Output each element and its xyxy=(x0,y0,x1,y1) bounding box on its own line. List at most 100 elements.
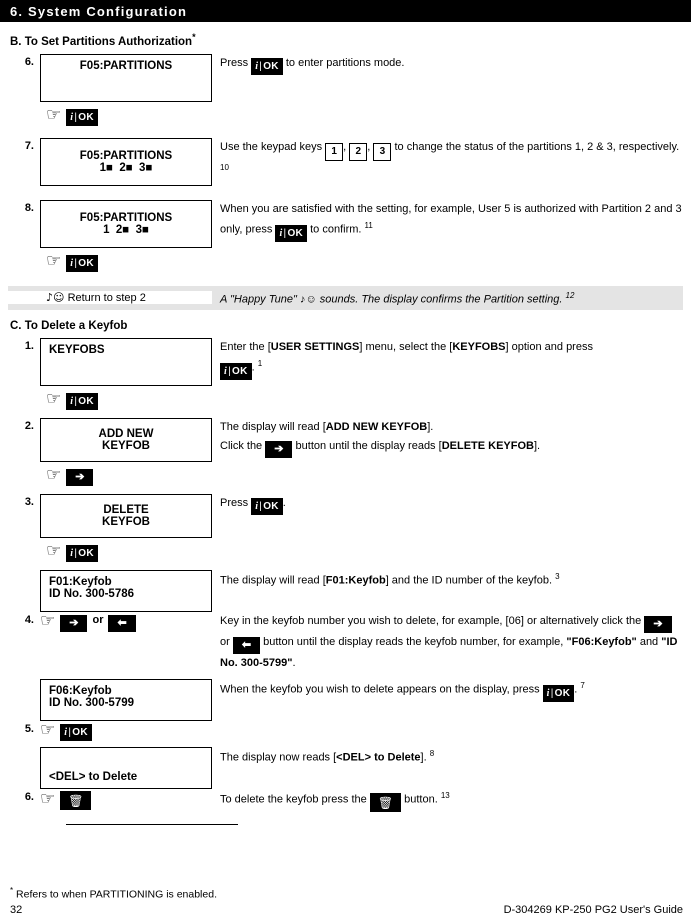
instruction-text: . xyxy=(282,496,286,509)
instruction-text: The display will read [ xyxy=(220,574,326,587)
arrow-left-key-icon[interactable]: ⬅ xyxy=(108,614,136,632)
ok-key-icon[interactable]: i|OK xyxy=(66,254,98,272)
instruction-text: button. xyxy=(401,793,441,806)
arrow-right-key-icon[interactable]: ➔ xyxy=(66,468,94,486)
ok-key-icon[interactable]: i|OK xyxy=(66,108,98,126)
step-left-c5: ☞ i|OK xyxy=(40,720,212,742)
step-number-blank xyxy=(8,570,40,572)
ok-key-icon[interactable]: i|OK xyxy=(542,684,575,702)
menu-name-user-settings: USER SETTINGS xyxy=(270,340,360,353)
divider-line xyxy=(66,824,238,826)
text-display-del: The display now reads [<DEL> to Delete].… xyxy=(212,747,683,768)
step-left-c6: ☞ 🗑 xyxy=(40,789,238,826)
arrow-left-key-icon[interactable]: ⬅ xyxy=(232,636,261,654)
step-row-c6: 6. ☞ 🗑 To delete the keyfob press the 🗑 b… xyxy=(8,789,683,826)
happy-tune-sentence: A "Happy Tune" ♪☺ sounds. The display co… xyxy=(220,293,563,306)
instruction-text: to change the status of the partitions 1… xyxy=(391,140,680,153)
step-number-b8: 8. xyxy=(24,201,34,214)
section-c-heading: C. To Delete a Keyfob xyxy=(10,320,683,332)
lcd-display-del: <DEL> to Delete xyxy=(40,747,212,790)
pointing-hand-icon: ☞ xyxy=(40,720,56,741)
display-text-add-new-keyfob: ADD NEW KEYFOB xyxy=(325,420,428,433)
ok-key-icon[interactable]: i|OK xyxy=(275,224,308,242)
step-row-c4: 4. ☞ ➔ or ⬅ Key in the keyfob number you wi… xyxy=(8,612,683,673)
pointing-hand-icon: ☞ xyxy=(40,610,56,631)
ok-key-icon[interactable]: i|OK xyxy=(251,497,283,515)
step-number-c6: 6. xyxy=(24,791,34,804)
keypad-key-1-icon[interactable]: 1 xyxy=(325,142,344,161)
lcd-line: ID No. 300-5799 xyxy=(49,697,135,710)
step-number-blank xyxy=(8,679,40,681)
trash-key-icon[interactable]: 🗑 xyxy=(60,791,92,811)
instruction-text: ]. xyxy=(533,440,541,453)
footnote-ref: 13 xyxy=(440,791,450,801)
step-left-c3: DELETE KEYFOB xyxy=(40,493,212,538)
footnote-ref: 3 xyxy=(555,571,560,581)
left-display-del: <DEL> to Delete xyxy=(40,747,212,790)
ok-key-icon[interactable]: i|OK xyxy=(66,392,98,410)
lcd-line: ID No. 300-5786 xyxy=(49,587,135,600)
step-number-c2: 2. xyxy=(24,419,34,432)
lcd-display-f01: F01:Keyfob ID No. 300-5786 xyxy=(40,569,212,612)
return-to-step-label: ♪☺ Return to step 2 xyxy=(8,291,212,305)
step-row-b8: 8. F05:PARTITIONS 1 2■ 3■ When you are s… xyxy=(8,199,683,248)
lcd-line: 1 2■ 3■ xyxy=(103,223,149,236)
press-row-c6: ☞ 🗑 xyxy=(40,789,212,811)
keypad-key-3-icon[interactable]: 3 xyxy=(373,142,392,161)
footer-line: 32 D-304269 KP-250 PG2 User's Guide xyxy=(10,904,683,916)
footnote-text: Refers to when PARTITIONING is enabled. xyxy=(16,888,217,900)
trash-key-icon[interactable]: 🗑 xyxy=(369,792,402,812)
instruction-text: Key in the keyfob number you wish to del… xyxy=(220,614,645,627)
page-header-bar: 6. System Configuration xyxy=(0,0,691,22)
lcd-line: <DEL> to Delete xyxy=(49,771,138,784)
lcd-line: F05:PARTITIONS xyxy=(79,59,173,72)
keypad-key-2-icon[interactable]: 2 xyxy=(349,142,368,161)
step-row-c3: 3. DELETE KEYFOB Press i|OK. xyxy=(8,493,683,538)
row-display-f01: F01:Keyfob ID No. 300-5786 The display w… xyxy=(8,569,683,612)
instruction-text: The display now reads [ xyxy=(220,751,337,764)
press-row-c1: ☞ i|OK xyxy=(8,386,683,412)
lcd-line: F05:PARTITIONS xyxy=(79,211,173,224)
step-number-c3: 3. xyxy=(24,495,34,508)
display-text-delete-keyfob: DELETE KEYFOB xyxy=(441,440,534,453)
step-row-c1: 1. KEYFOBS Enter the [USER SETTINGS] men… xyxy=(8,337,683,386)
instruction-text: To delete the keyfob press the xyxy=(220,793,370,806)
ok-key-icon[interactable]: i|OK xyxy=(251,57,283,75)
page-content: B. To Set Partitions Authorization* 6. F… xyxy=(0,32,691,826)
step-left-b7: F05:PARTITIONS 1■ 2■ 3■ xyxy=(40,137,212,186)
step-text-c4: Key in the keyfob number you wish to del… xyxy=(212,612,683,673)
lcd-line: KEYFOBS xyxy=(49,343,105,356)
ok-key-icon[interactable]: i|OK xyxy=(66,544,98,562)
musical-note-icon: ♪ xyxy=(46,291,54,305)
ok-key-icon[interactable]: i|OK xyxy=(60,724,92,742)
press-row-c5: ☞ i|OK xyxy=(40,720,212,742)
step-text-c2: The display will read [ADD NEW KEYFOB]. C… xyxy=(212,418,683,459)
footnote-partitioning: * Refers to when PARTITIONING is enabled… xyxy=(10,886,683,901)
step-number-c5: 5. xyxy=(24,723,34,736)
instruction-text: to enter partitions mode. xyxy=(282,56,405,69)
instruction-text: ] menu, select the [ xyxy=(359,340,453,353)
left-display-f06: F06:Keyfob ID No. 300-5799 xyxy=(40,679,212,722)
instruction-text: or xyxy=(220,635,233,648)
instruction-text: ]. xyxy=(427,420,434,433)
ok-key-icon[interactable]: i|OK xyxy=(220,362,252,380)
pointing-hand-icon: ☞ xyxy=(46,388,62,409)
instruction-text: Use the keypad keys xyxy=(220,140,326,153)
row-display-f06: F06:Keyfob ID No. 300-5799 When the keyf… xyxy=(8,679,683,722)
step-number-b7: 7. xyxy=(24,139,34,152)
menu-name-keyfobs: KEYFOBS xyxy=(452,340,506,353)
arrow-right-key-icon[interactable]: ➔ xyxy=(265,441,293,459)
footnote-ref: 1 xyxy=(257,359,263,369)
smiley-face-icon: ☺ xyxy=(53,291,65,305)
instruction-text: ] option and press xyxy=(505,340,593,353)
lcd-line: 1■ 2■ 3■ xyxy=(99,161,153,174)
instruction-text: Click the xyxy=(220,440,266,453)
footnote-ref: 11 xyxy=(364,221,373,231)
left-display-f01: F01:Keyfob ID No. 300-5786 xyxy=(40,569,212,612)
arrow-right-key-icon[interactable]: ➔ xyxy=(60,614,88,632)
lcd-line: F05:PARTITIONS xyxy=(79,149,173,162)
step-number-c1: 1. xyxy=(24,339,34,352)
instruction-text: button until the display reads [ xyxy=(292,440,442,453)
document-reference: D-304269 KP-250 PG2 User's Guide xyxy=(503,904,683,916)
arrow-right-key-icon[interactable]: ➔ xyxy=(644,615,672,633)
